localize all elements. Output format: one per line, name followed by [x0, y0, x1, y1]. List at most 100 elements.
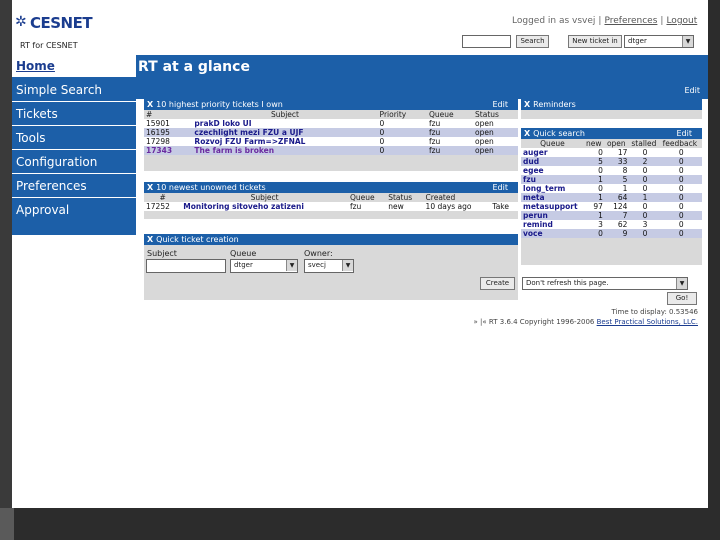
col-open[interactable]: open	[604, 139, 630, 148]
table-row[interactable]: meta 1 64 1 0	[521, 193, 702, 202]
page-edit-link[interactable]: Edit	[685, 86, 701, 95]
go-button[interactable]: Go!	[667, 292, 697, 305]
ticket-id[interactable]: 17343	[144, 146, 193, 155]
col-feedback[interactable]: feedback	[660, 139, 702, 148]
owner-select[interactable]: svecj ▼	[304, 259, 354, 273]
table-row[interactable]: voce 0 9 0 0	[521, 229, 702, 238]
count-open[interactable]: 5	[604, 175, 630, 184]
close-icon[interactable]: X	[524, 100, 530, 109]
queue-name[interactable]: auger	[521, 148, 584, 157]
col-priority[interactable]: Priority	[377, 110, 427, 119]
take-link[interactable]: Take	[490, 202, 518, 211]
table-row[interactable]: 17343 The farm is broken 0 fzu open	[144, 146, 518, 155]
count-stalled[interactable]: 1	[629, 193, 661, 202]
ticket-subject[interactable]: Monitoring sitoveho zatizeni	[181, 202, 348, 211]
ticket-id[interactable]: 17252	[144, 202, 182, 211]
queue-name[interactable]: voce	[521, 229, 584, 238]
count-feedback[interactable]: 0	[660, 157, 702, 166]
nav-preferences[interactable]: Preferences	[12, 175, 136, 198]
table-row[interactable]: egee 0 8 0 0	[521, 166, 702, 175]
nav-approval[interactable]: Approval	[12, 199, 136, 222]
queue-name[interactable]: meta	[521, 193, 584, 202]
count-new[interactable]: 0	[583, 166, 605, 175]
count-stalled[interactable]: 0	[629, 148, 661, 157]
queue-name[interactable]: metasupport	[521, 202, 584, 211]
col-status[interactable]: Status	[386, 193, 424, 202]
table-row[interactable]: long_term 0 1 0 0	[521, 184, 702, 193]
count-open[interactable]: 124	[604, 202, 630, 211]
table-row[interactable]: perun 1 7 0 0	[521, 211, 702, 220]
cesnet-logo[interactable]: ✲ CESNET RT for CESNET	[12, 10, 132, 50]
close-icon[interactable]: X	[147, 100, 153, 109]
table-row[interactable]: 15901 prakD loko UI 0 fzu open	[144, 119, 518, 128]
new-ticket-button[interactable]: New ticket in	[568, 35, 622, 48]
count-feedback[interactable]: 0	[660, 211, 702, 220]
count-feedback[interactable]: 0	[660, 220, 702, 229]
col-subject[interactable]: Subject	[181, 193, 348, 202]
count-stalled[interactable]: 0	[629, 166, 661, 175]
count-stalled[interactable]: 3	[629, 220, 661, 229]
search-input[interactable]	[462, 35, 511, 48]
table-row[interactable]: dud 5 33 2 0	[521, 157, 702, 166]
ticket-id[interactable]: 17298	[144, 137, 193, 146]
count-open[interactable]: 7	[604, 211, 630, 220]
table-row[interactable]: fzu 1 5 0 0	[521, 175, 702, 184]
queue-name[interactable]: perun	[521, 211, 584, 220]
count-feedback[interactable]: 0	[660, 202, 702, 211]
refresh-select[interactable]: Don't refresh this page. ▼	[522, 277, 688, 290]
count-open[interactable]: 62	[604, 220, 630, 229]
count-new[interactable]: 1	[583, 193, 605, 202]
nav-simple-search[interactable]: Simple Search	[12, 79, 136, 102]
count-stalled[interactable]: 0	[629, 229, 661, 238]
unowned-box-edit[interactable]: Edit	[493, 182, 509, 193]
close-icon[interactable]: X	[147, 235, 153, 244]
col-queue[interactable]: Queue	[426, 110, 474, 119]
nav-home[interactable]: Home	[12, 55, 136, 78]
nav-tickets[interactable]: Tickets	[12, 103, 136, 126]
col-id[interactable]: #	[144, 110, 193, 119]
count-feedback[interactable]: 0	[660, 166, 702, 175]
ticket-subject[interactable]: prakD loko UI	[192, 119, 378, 128]
preferences-link[interactable]: Preferences	[604, 16, 657, 26]
search-button[interactable]: Search	[516, 35, 549, 48]
logout-link[interactable]: Logout	[666, 16, 697, 26]
quick-search-edit[interactable]: Edit	[677, 128, 693, 139]
count-open[interactable]: 64	[604, 193, 630, 202]
close-icon[interactable]: X	[524, 129, 530, 138]
count-feedback[interactable]: 0	[660, 193, 702, 202]
count-stalled[interactable]: 0	[629, 184, 661, 193]
ticket-subject[interactable]: czechlight mezi FZU a UJF	[192, 128, 378, 137]
close-icon[interactable]: X	[147, 183, 153, 192]
col-new[interactable]: new	[583, 139, 605, 148]
table-row[interactable]: 17298 Rozvoj FZU Farm=>ZFNAL 0 fzu open	[144, 137, 518, 146]
col-subject[interactable]: Subject	[192, 110, 378, 119]
col-id[interactable]: #	[144, 193, 182, 202]
count-open[interactable]: 1	[604, 184, 630, 193]
count-feedback[interactable]: 0	[660, 175, 702, 184]
table-row[interactable]: metasupport 97 124 0 0	[521, 202, 702, 211]
table-row[interactable]: remind 3 62 3 0	[521, 220, 702, 229]
count-new[interactable]: 97	[583, 202, 605, 211]
queue-select[interactable]: dtger ▼	[230, 259, 298, 273]
count-new[interactable]: 5	[583, 157, 605, 166]
nav-tools[interactable]: Tools	[12, 127, 136, 150]
col-queue[interactable]: Queue	[347, 193, 387, 202]
count-open[interactable]: 17	[604, 148, 630, 157]
col-stalled[interactable]: stalled	[629, 139, 661, 148]
count-new[interactable]: 0	[583, 184, 605, 193]
col-status[interactable]: Status	[473, 110, 518, 119]
queue-name[interactable]: egee	[521, 166, 584, 175]
nav-configuration[interactable]: Configuration	[12, 151, 136, 174]
create-button[interactable]: Create	[480, 277, 515, 290]
col-created[interactable]: Created	[423, 193, 491, 202]
ticket-subject[interactable]: The farm is broken	[192, 146, 378, 155]
count-new[interactable]: 1	[583, 211, 605, 220]
count-new[interactable]: 3	[583, 220, 605, 229]
queue-name[interactable]: long_term	[521, 184, 584, 193]
new-ticket-queue-select[interactable]: dtger ▼	[624, 35, 694, 48]
count-feedback[interactable]: 0	[660, 229, 702, 238]
count-new[interactable]: 1	[583, 175, 605, 184]
queue-name[interactable]: remind	[521, 220, 584, 229]
count-feedback[interactable]: 0	[660, 148, 702, 157]
subject-input[interactable]	[146, 259, 226, 273]
